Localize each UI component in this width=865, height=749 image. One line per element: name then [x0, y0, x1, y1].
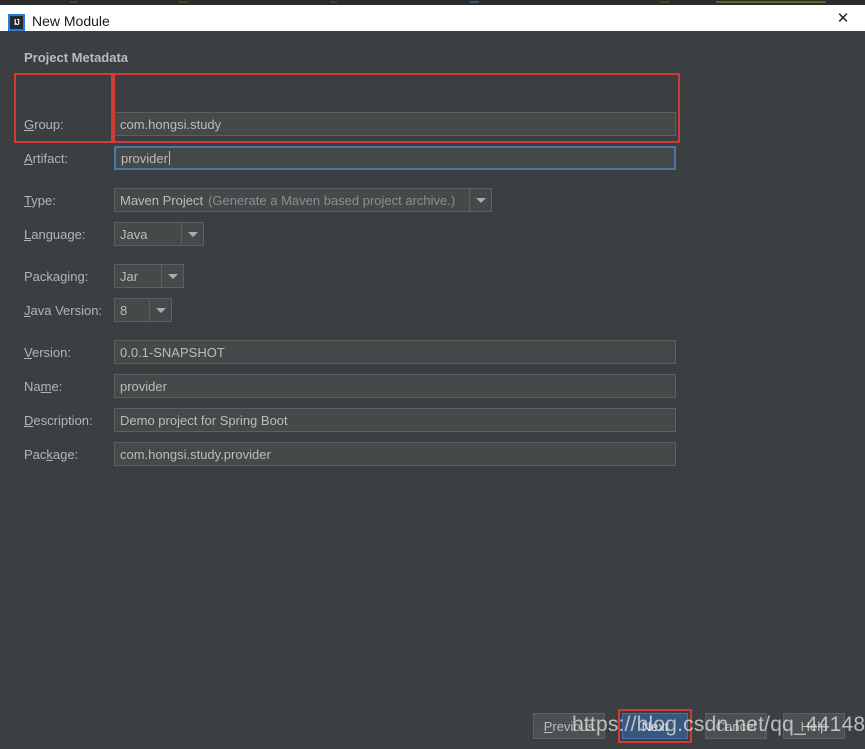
page-title: Project Metadata	[24, 50, 129, 65]
dialog-body: Project Metadata Group: com.hongsi.study…	[0, 31, 865, 749]
version-label: Version:	[24, 345, 71, 360]
java-version-label: Java Version:	[24, 303, 103, 318]
chevron-down-icon[interactable]	[469, 189, 491, 211]
close-icon[interactable]: ✕	[821, 5, 865, 31]
language-combobox[interactable]: Java	[114, 222, 204, 246]
language-value: Java	[120, 226, 148, 242]
type-hint: (Generate a Maven based project archive.…	[208, 192, 456, 208]
chevron-down-icon[interactable]	[181, 223, 203, 245]
intellij-idea-icon: IJ	[8, 14, 25, 31]
type-value: Maven Project	[120, 192, 204, 208]
name-input[interactable]: provider	[114, 374, 676, 398]
packaging-label: Packaging:	[24, 269, 89, 284]
text-caret	[168, 151, 170, 165]
group-input[interactable]: com.hongsi.study	[114, 112, 676, 136]
artifact-label: Artifact:	[24, 151, 69, 166]
name-label: Name:	[24, 379, 63, 394]
new-module-dialog: IJ New Module ✕ Project Metadata Group: …	[0, 0, 865, 749]
title-bar: IJ New Module	[0, 5, 865, 31]
packaging-combobox[interactable]: Jar	[114, 264, 184, 288]
packaging-value: Jar	[120, 268, 139, 284]
chevron-down-icon[interactable]	[149, 299, 171, 321]
version-input[interactable]: 0.0.1-SNAPSHOT	[114, 340, 676, 364]
description-input[interactable]: Demo project for Spring Boot	[114, 408, 676, 432]
type-label: Type:	[24, 193, 56, 208]
artifact-input[interactable]: provider	[114, 146, 676, 170]
java-version-combobox[interactable]: 8	[114, 298, 172, 322]
type-combobox[interactable]: Maven Project (Generate a Maven based pr…	[114, 188, 492, 212]
language-label: Language:	[24, 227, 86, 242]
artifact-input-value: provider	[121, 150, 168, 166]
package-label: Package:	[24, 447, 79, 462]
chevron-down-icon[interactable]	[161, 265, 183, 287]
annotation-box-labels	[14, 73, 113, 143]
description-label: Description:	[24, 413, 93, 428]
window-title: New Module	[32, 13, 110, 29]
package-input[interactable]: com.hongsi.study.provider	[114, 442, 676, 466]
group-label: Group:	[24, 117, 64, 132]
watermark-text: https://blog.csdn.net/qq_44148674	[572, 713, 865, 736]
java-version-value: 8	[120, 302, 128, 318]
